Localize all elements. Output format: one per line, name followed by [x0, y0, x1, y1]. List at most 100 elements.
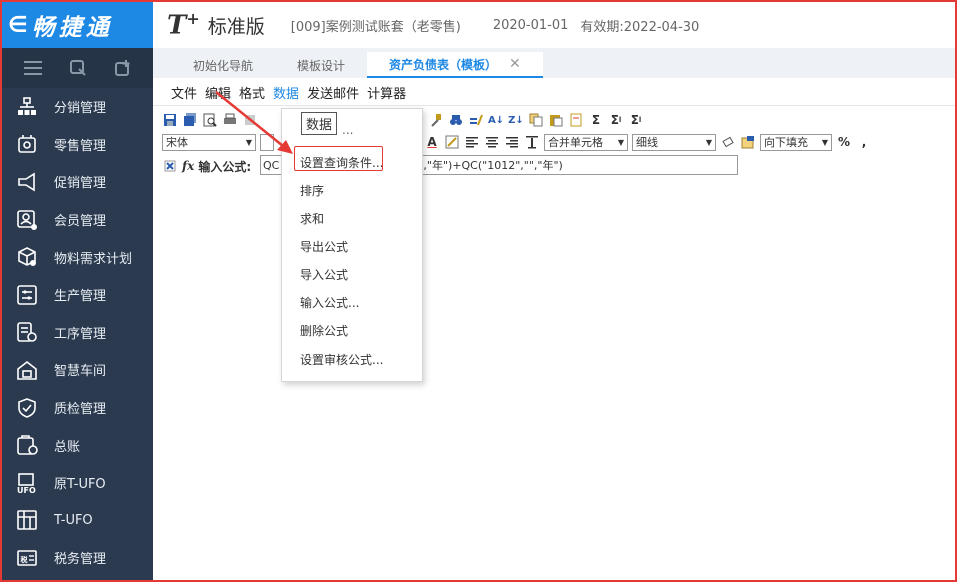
formula-value-left: QC	[263, 158, 280, 172]
sidebar-item-label: 工序管理	[54, 326, 107, 342]
font-family-select[interactable]: 宋体 ▼	[162, 133, 256, 151]
tufo-icon	[14, 507, 40, 533]
menu-item-partial[interactable]: ...	[342, 123, 353, 137]
font-size-select[interactable]	[260, 133, 274, 151]
back-icon[interactable]: ∈	[8, 13, 28, 38]
sidebar-item-label: 分销管理	[54, 101, 107, 117]
sidebar-item-13[interactable]: 税 税务管理	[2, 539, 153, 577]
align-center-icon[interactable]	[484, 134, 500, 150]
menu-item-audit-formula[interactable]: 设置审核公式...	[300, 351, 383, 368]
replace-icon[interactable]	[468, 112, 484, 128]
print-icon[interactable]	[222, 112, 238, 128]
sort-descending-icon[interactable]: Z↓	[508, 112, 524, 128]
sidebar-menu: 分销管理零售管理促销管理 会员管理 物料需求计划生产管理工序管理智慧车间质检管理 总账…	[2, 88, 153, 577]
tab-bar: 初始化导航 模板设计 资产负债表（模板） ✕	[153, 48, 955, 78]
sidebar: ∈ 畅捷通 分销管理零售管理促销管理 会员管理 物料需求计划生产管理工序管理智慧车间…	[2, 2, 153, 580]
search-icon[interactable]	[68, 58, 88, 78]
sidebar-tools	[2, 48, 153, 88]
percent-icon[interactable]: %	[836, 134, 852, 150]
add-icon[interactable]	[113, 58, 133, 78]
tab-template-design[interactable]: 模板设计	[275, 52, 367, 78]
menu-send-mail[interactable]: 发送邮件	[307, 83, 359, 102]
chevron-down-icon: ▼	[821, 137, 828, 147]
fill-color-icon[interactable]	[444, 134, 460, 150]
cell-properties-icon[interactable]	[740, 134, 756, 150]
menu-item-export-formula[interactable]: 导出公式	[300, 238, 348, 255]
tab-init-nav[interactable]: 初始化导航	[171, 52, 275, 78]
menu-format[interactable]: 格式	[239, 83, 265, 102]
sidebar-item-5[interactable]: 物料需求计划	[2, 238, 153, 276]
sidebar-item-label: 零售管理	[54, 138, 107, 154]
merge-cells-select[interactable]: 合并单元格 ▼	[544, 133, 628, 151]
sidebar-item-10[interactable]: 总账	[2, 426, 153, 464]
align-left-icon[interactable]	[464, 134, 480, 150]
account-name[interactable]: [009]案例测试账套（老零售)	[291, 16, 461, 35]
workshop-icon	[14, 357, 40, 383]
sidebar-item-7[interactable]: 工序管理	[2, 314, 153, 352]
menu-item-sort[interactable]: 排序	[300, 182, 324, 199]
sidebar-item-11[interactable]: UFO 原T-UFO	[2, 464, 153, 502]
menu-edit[interactable]: 编辑	[205, 83, 231, 102]
menu-bar: 文件 编辑 格式 数据 发送邮件 计算器	[153, 80, 955, 106]
paste-icon[interactable]	[548, 112, 564, 128]
sidebar-item-label: 税务管理	[54, 552, 107, 568]
menu-item-import-formula[interactable]: 导入公式	[300, 266, 348, 283]
cancel-formula-icon[interactable]	[162, 158, 178, 174]
fill-down-select[interactable]: 向下填充 ▼	[760, 133, 832, 151]
sort-ascending-icon[interactable]: A↓	[488, 112, 504, 128]
toolbar-hidden-icon[interactable]	[242, 112, 258, 128]
sidebar-item-4[interactable]: 会员管理	[2, 201, 153, 239]
megaphone-icon	[14, 169, 40, 195]
sidebar-item-8[interactable]: 智慧车间	[2, 351, 153, 389]
tab-label: 初始化导航	[193, 58, 254, 73]
ufo-icon: UFO	[14, 470, 40, 496]
sidebar-item-6[interactable]: 生产管理	[2, 276, 153, 314]
menu-item-delete-formula[interactable]: 删除公式	[300, 322, 348, 339]
sidebar-item-1[interactable]: 分销管理	[2, 88, 153, 126]
product-edition: 标准版	[207, 15, 265, 38]
fill-down-value: 向下填充	[764, 136, 808, 149]
sum-icon[interactable]: Σ	[588, 112, 604, 128]
eraser-icon[interactable]	[720, 134, 736, 150]
sidebar-item-label: 智慧车间	[54, 364, 107, 380]
font-color-icon[interactable]: A	[424, 134, 440, 150]
sidebar-item-12[interactable]: T-UFO	[2, 502, 153, 540]
vertical-align-icon[interactable]	[524, 134, 540, 150]
quality-icon	[14, 395, 40, 421]
menu-item-input-formula[interactable]: 输入公式...	[300, 294, 359, 311]
sidebar-item-label: 生产管理	[54, 289, 107, 305]
chevron-down-icon: ▼	[617, 137, 624, 147]
print-preview-icon[interactable]	[202, 112, 218, 128]
document-icon[interactable]	[568, 112, 584, 128]
menu-data[interactable]: 数据	[273, 83, 299, 102]
formula-label: 输入公式:	[198, 159, 252, 174]
menu-item-sum[interactable]: 求和	[300, 210, 324, 227]
tab-label: 资产负债表（模板）	[389, 57, 498, 72]
brand-bar[interactable]: ∈ 畅捷通	[2, 2, 153, 48]
sum-row-icon[interactable]: Σl	[608, 112, 624, 128]
fx-icon[interactable]: fx	[182, 159, 194, 173]
align-right-icon[interactable]	[504, 134, 520, 150]
find-icon[interactable]	[448, 112, 464, 128]
line-style-select[interactable]: 细线 ▼	[632, 133, 716, 151]
save-icon[interactable]	[162, 112, 178, 128]
menu-calculator[interactable]: 计算器	[367, 83, 406, 102]
tab-balance-sheet[interactable]: 资产负债表（模板） ✕	[367, 52, 543, 78]
format-painter-icon[interactable]	[428, 112, 444, 128]
sidebar-item-9[interactable]: 质检管理	[2, 389, 153, 427]
menu-file[interactable]: 文件	[171, 83, 197, 102]
chevron-down-icon: ▼	[705, 137, 712, 147]
sidebar-item-3[interactable]: 促销管理	[2, 163, 153, 201]
thousands-separator-icon[interactable]: ,	[856, 134, 872, 150]
menu-icon[interactable]	[23, 58, 43, 78]
line-style-value: 细线	[636, 136, 658, 149]
save-all-icon[interactable]	[182, 112, 198, 128]
process-icon	[14, 319, 40, 345]
close-icon[interactable]: ✕	[509, 56, 521, 72]
sum-col-icon[interactable]: Σl	[628, 112, 644, 128]
copy-icon[interactable]	[528, 112, 544, 128]
chevron-down-icon: ▼	[245, 137, 252, 147]
material-icon	[14, 244, 40, 270]
production-icon	[14, 282, 40, 308]
sidebar-item-2[interactable]: 零售管理	[2, 126, 153, 164]
